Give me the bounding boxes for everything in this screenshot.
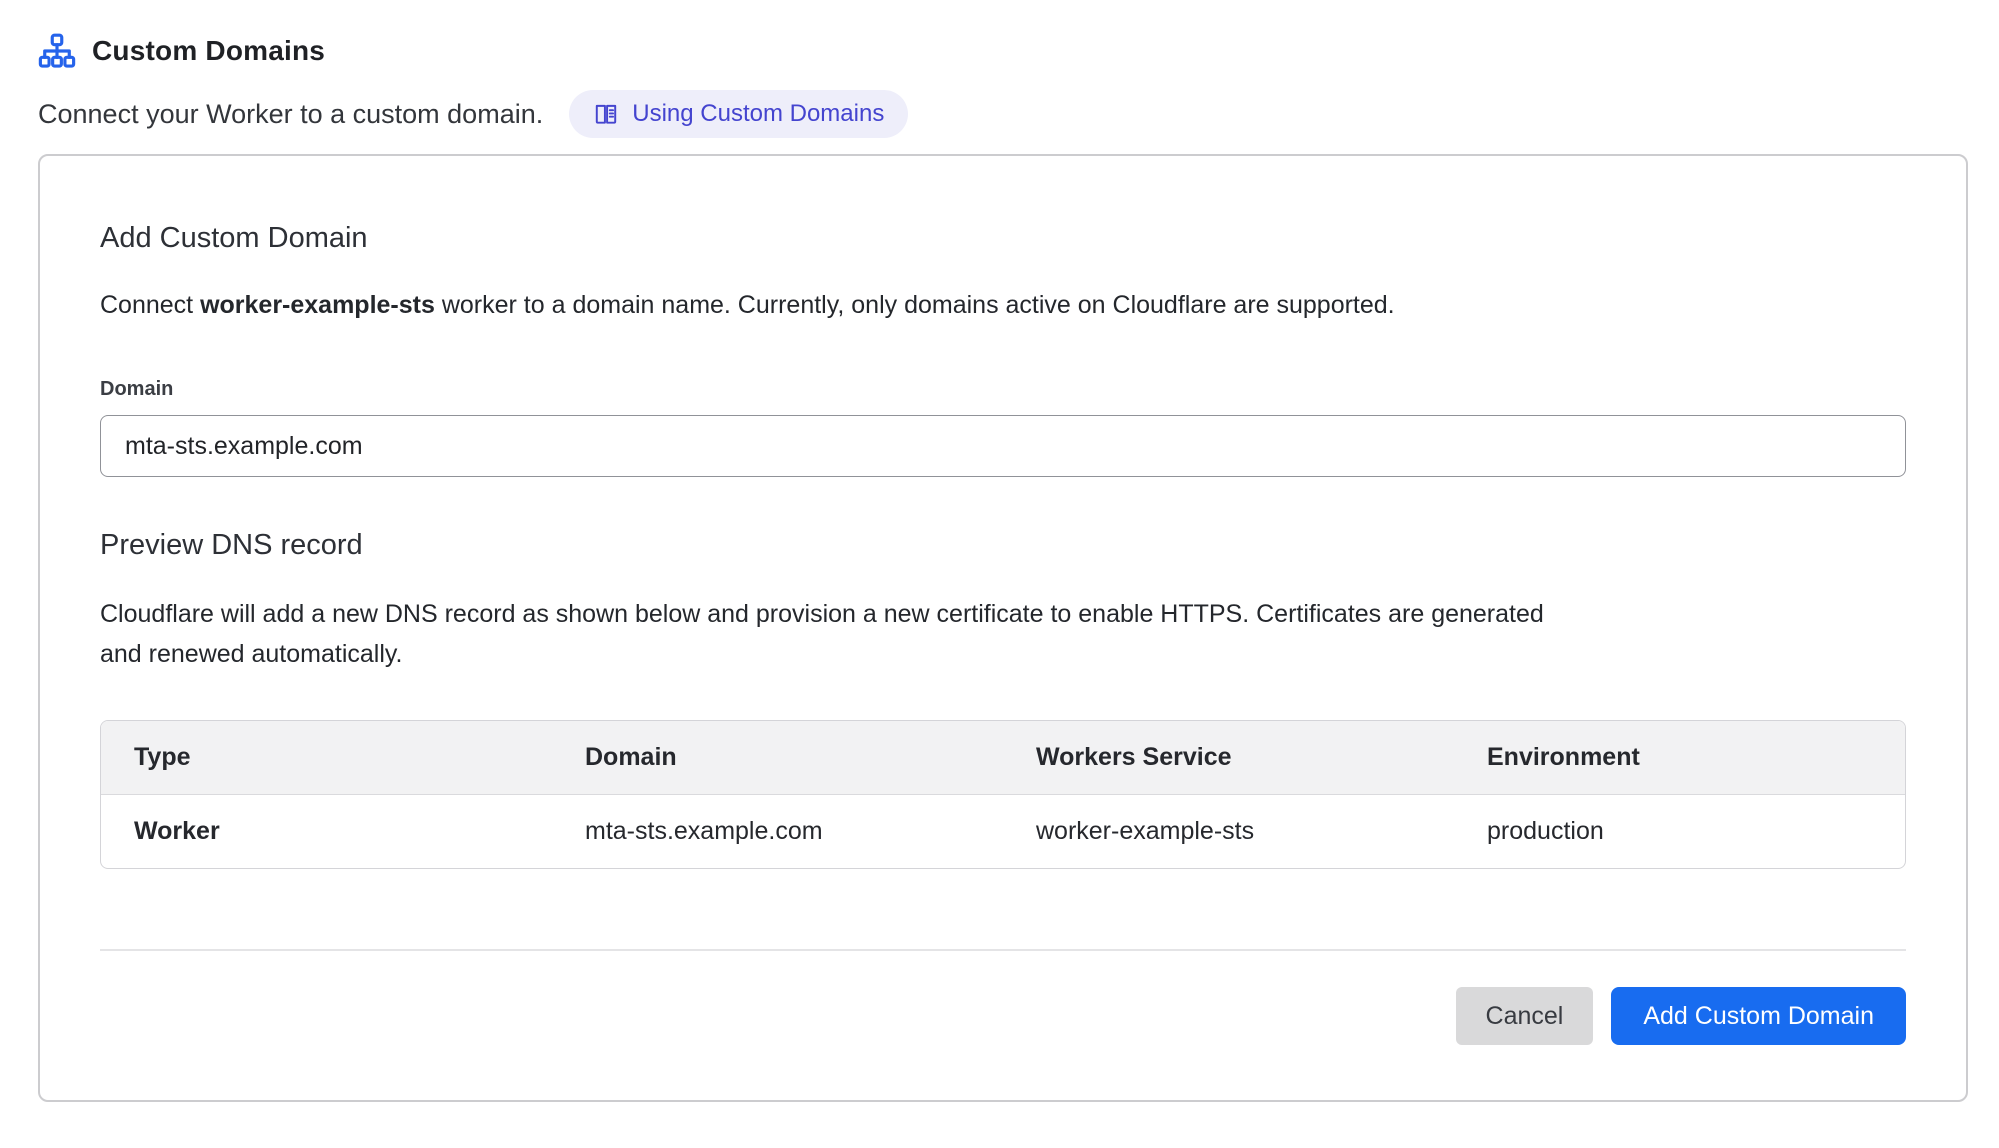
- description-suffix: worker to a domain name. Currently, only…: [435, 291, 1395, 319]
- cancel-button[interactable]: Cancel: [1456, 987, 1594, 1045]
- cell-domain: mta-sts.example.com: [552, 795, 1003, 868]
- cell-workers-service: worker-example-sts: [1003, 795, 1454, 868]
- docs-badge-label: Using Custom Domains: [632, 100, 884, 128]
- cell-type: Worker: [101, 795, 552, 868]
- using-custom-domains-link[interactable]: Using Custom Domains: [569, 90, 908, 138]
- footer-divider: [100, 949, 1906, 951]
- card-heading: Add Custom Domain: [100, 222, 1906, 255]
- page-title: Custom Domains: [92, 35, 325, 67]
- page-header: Custom Domains Connect your Worker to a …: [0, 0, 1999, 138]
- domain-field-label: Domain: [100, 378, 1906, 401]
- table-row: Worker mta-sts.example.com worker-exampl…: [101, 795, 1905, 868]
- table-body: Worker mta-sts.example.com worker-exampl…: [101, 795, 1905, 868]
- add-custom-domain-card: Add Custom Domain Connect worker-example…: [38, 154, 1968, 1102]
- description-prefix: Connect: [100, 291, 200, 319]
- action-buttons: Cancel Add Custom Domain: [100, 987, 1906, 1045]
- subtitle-row: Connect your Worker to a custom domain. …: [38, 90, 1961, 138]
- column-header-type: Type: [101, 721, 552, 795]
- worker-name: worker-example-sts: [200, 291, 435, 319]
- preview-description: Cloudflare will add a new DNS record as …: [100, 594, 1570, 674]
- cell-environment: production: [1454, 795, 1905, 868]
- column-header-environment: Environment: [1454, 721, 1905, 795]
- column-header-workers-service: Workers Service: [1003, 721, 1454, 795]
- custom-domains-page: Custom Domains Connect your Worker to a …: [0, 0, 1999, 1148]
- preview-heading: Preview DNS record: [100, 529, 1906, 562]
- title-row: Custom Domains: [38, 32, 1961, 70]
- card-description: Connect worker-example-sts worker to a d…: [100, 291, 1906, 320]
- sitemap-icon: [38, 32, 76, 70]
- page-subtitle: Connect your Worker to a custom domain.: [38, 99, 543, 130]
- table-header: Type Domain Workers Service Environment: [101, 721, 1905, 795]
- add-custom-domain-button[interactable]: Add Custom Domain: [1611, 987, 1906, 1045]
- dns-preview-table: Type Domain Workers Service Environment …: [100, 720, 1906, 869]
- book-icon: [593, 101, 619, 127]
- table-header-row: Type Domain Workers Service Environment: [101, 721, 1905, 795]
- domain-input[interactable]: [100, 415, 1906, 477]
- column-header-domain: Domain: [552, 721, 1003, 795]
